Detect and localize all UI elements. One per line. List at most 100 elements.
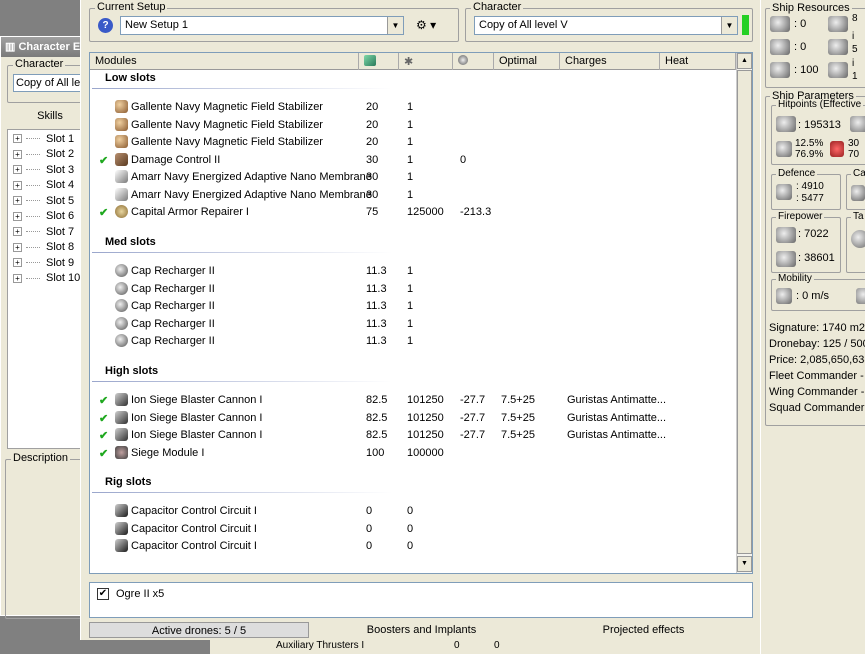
expand-icon[interactable]: + bbox=[13, 149, 22, 159]
expand-icon[interactable]: + bbox=[13, 180, 22, 190]
character-select-group: Character Copy of All level V ▼ bbox=[465, 1, 753, 42]
module-row[interactable]: Cap Recharger II 11.3 1 bbox=[90, 316, 730, 333]
tools-menu-icon[interactable]: ⚙ ▾ bbox=[416, 18, 436, 32]
expand-icon[interactable]: + bbox=[13, 196, 22, 206]
module-row[interactable]: Cap Recharger II 11.3 1 bbox=[90, 298, 730, 315]
skill-tree-item[interactable]: + Slot 9 bbox=[8, 255, 90, 271]
expand-icon[interactable]: + bbox=[13, 242, 22, 252]
module-row[interactable]: Cap Recharger II 11.3 1 bbox=[90, 333, 730, 350]
module-gun-icon bbox=[115, 410, 128, 424]
module-charges[interactable]: Guristas Antimatte... bbox=[567, 429, 666, 441]
module-row[interactable]: Cap Recharger II 11.3 1 bbox=[90, 281, 730, 298]
module-charges[interactable]: Guristas Antimatte... bbox=[567, 412, 666, 424]
tab-projected-effects[interactable]: Projected effects bbox=[581, 622, 706, 638]
expand-icon[interactable]: + bbox=[13, 273, 22, 283]
module-row[interactable]: Capacitor Control Circuit I 0 0 bbox=[90, 521, 730, 538]
skills-tree[interactable]: + Slot 1 + Slot 2 + Slot 3 + Slot 4 + Slot 5 + Slot… bbox=[7, 129, 91, 449]
hitpoints-value: : 195313 bbox=[798, 119, 841, 131]
module-row[interactable]: ✔ Ion Siege Blaster Cannon I 82.5 101250 -27… bbox=[90, 427, 730, 444]
turret-hardpoint-icon bbox=[770, 16, 790, 32]
chevron-down-icon[interactable]: ▼ bbox=[721, 17, 737, 34]
firepower-label: Firepower bbox=[776, 211, 825, 222]
module-gun-icon bbox=[115, 393, 128, 406]
column-heat[interactable]: Heat bbox=[660, 53, 736, 70]
online-check-icon[interactable]: ✔ bbox=[99, 447, 108, 460]
column-cpu[interactable] bbox=[359, 53, 399, 70]
fitting-window: Current Setup ? New Setup 1 ▼ ⚙ ▾ Charac… bbox=[80, 0, 760, 640]
scroll-down-icon[interactable]: ▼ bbox=[737, 556, 752, 572]
module-row[interactable]: ✔ Siege Module I 100 100000 bbox=[90, 445, 730, 462]
ship-resource-side-2: i bbox=[852, 31, 855, 42]
scroll-thumb[interactable] bbox=[737, 70, 752, 554]
online-check-icon[interactable]: ✔ bbox=[99, 429, 108, 442]
defence-1: : 4910 bbox=[796, 181, 824, 192]
column-charges[interactable]: Charges bbox=[560, 53, 660, 70]
module-row[interactable]: ✔ Ion Siege Blaster Cannon I 82.5 101250 -27… bbox=[90, 410, 730, 427]
module-row[interactable]: Amarr Navy Energized Adaptive Nano Membr… bbox=[90, 169, 730, 186]
module-row[interactable]: Gallente Navy Magnetic Field Stabilizer 2… bbox=[90, 117, 730, 134]
expand-icon[interactable]: + bbox=[13, 134, 22, 144]
module-name: Capacitor Control Circuit I bbox=[131, 540, 257, 552]
modules-scrollbar[interactable]: ▲ ▼ bbox=[736, 53, 752, 573]
column-capacitor[interactable] bbox=[453, 53, 494, 70]
module-row[interactable]: ✔ Capital Armor Repairer I 75 125000 -213.3 bbox=[90, 204, 730, 221]
module-charges[interactable]: Guristas Antimatte... bbox=[567, 394, 666, 406]
skill-tree-item[interactable]: + Slot 4 bbox=[8, 178, 90, 194]
skill-tree-item[interactable]: + Slot 2 bbox=[8, 147, 90, 163]
character-dropdown[interactable]: Copy of All level V ▼ bbox=[474, 16, 738, 35]
character-window: ▥ Character E Character Copy of All lev … bbox=[0, 36, 97, 619]
module-row[interactable]: Amarr Navy Energized Adaptive Nano Membr… bbox=[90, 187, 730, 204]
cpu-resource-icon bbox=[828, 16, 848, 32]
module-row[interactable]: ✔ Damage Control II 30 1 0 bbox=[90, 152, 730, 169]
online-check-icon[interactable]: ✔ bbox=[99, 412, 108, 425]
column-optimal[interactable]: Optimal bbox=[494, 53, 560, 70]
targeting-icon bbox=[851, 230, 865, 248]
help-icon[interactable]: ? bbox=[98, 18, 113, 33]
module-row[interactable]: Capacitor Control Circuit I 0 0 bbox=[90, 503, 730, 520]
tab-boosters-implants[interactable]: Boosters and Implants bbox=[349, 622, 494, 638]
module-powergrid: 1 bbox=[407, 335, 414, 347]
ship-resource-side-3: 5 bbox=[852, 44, 858, 55]
expand-icon[interactable]: + bbox=[13, 227, 22, 237]
online-check-icon[interactable]: ✔ bbox=[99, 154, 108, 167]
scroll-up-icon[interactable]: ▲ bbox=[737, 53, 752, 69]
expand-icon[interactable]: + bbox=[13, 258, 22, 268]
chevron-down-icon[interactable]: ▼ bbox=[387, 17, 403, 34]
module-cpu: 20 bbox=[366, 101, 379, 113]
module-powergrid: 0 bbox=[407, 522, 414, 535]
module-name: Amarr Navy Energized Adaptive Nano Membr… bbox=[131, 171, 372, 183]
skill-tree-item[interactable]: + Slot 5 bbox=[8, 193, 90, 209]
expand-icon[interactable]: + bbox=[13, 165, 22, 175]
module-name: Cap Recharger II bbox=[131, 335, 215, 347]
module-powergrid: 125000 bbox=[407, 206, 444, 218]
module-row[interactable]: Capacitor Control Circuit I 0 0 bbox=[90, 538, 730, 555]
column-modules[interactable]: Modules bbox=[90, 53, 359, 70]
status-indicator bbox=[742, 15, 749, 35]
module-row[interactable]: Gallente Navy Magnetic Field Stabilizer 2… bbox=[90, 99, 730, 116]
column-powergrid[interactable]: ✱ bbox=[399, 53, 453, 70]
skill-tree-item[interactable]: + Slot 8 bbox=[8, 240, 90, 256]
skill-tree-item[interactable]: + Slot 10 bbox=[8, 271, 90, 287]
expand-icon[interactable]: + bbox=[13, 211, 22, 221]
module-capacitor: 0 bbox=[460, 153, 467, 166]
online-check-icon[interactable]: ✔ bbox=[99, 206, 108, 219]
module-row[interactable]: ✔ Ion Siege Blaster Cannon I 82.5 101250 -27… bbox=[90, 392, 730, 409]
skill-tree-item[interactable]: + Slot 3 bbox=[8, 162, 90, 178]
skill-tree-item[interactable]: + Slot 1 bbox=[8, 131, 90, 147]
skill-tree-item[interactable]: + Slot 6 bbox=[8, 209, 90, 225]
resist-d: 70 bbox=[848, 149, 860, 160]
module-row[interactable]: Cap Recharger II 11.3 1 bbox=[90, 263, 730, 280]
character-window-title[interactable]: ▥ Character E bbox=[1, 37, 89, 57]
online-check-icon[interactable]: ✔ bbox=[99, 394, 108, 407]
drone-checkbox[interactable]: ✔ bbox=[97, 588, 109, 600]
module-row[interactable]: Gallente Navy Magnetic Field Stabilizer 2… bbox=[90, 134, 730, 151]
background-row: Auxiliary Thrusters I 0 0 bbox=[210, 640, 770, 654]
skill-tree-item[interactable]: + Slot 7 bbox=[8, 224, 90, 240]
tab-active-drones[interactable]: Active drones: 5 / 5 bbox=[89, 622, 309, 638]
module-powergrid: 1 bbox=[407, 282, 414, 295]
wing-commander-text: Wing Commander - rig bbox=[769, 386, 865, 398]
modules-table[interactable]: Modules ✱ Optimal Charges Heat Low slots… bbox=[89, 52, 753, 574]
modules-table-header: Modules ✱ Optimal Charges Heat bbox=[90, 53, 736, 70]
module-cpu: 11.3 bbox=[366, 265, 387, 277]
current-setup-select[interactable]: New Setup 1 ▼ bbox=[120, 16, 404, 35]
